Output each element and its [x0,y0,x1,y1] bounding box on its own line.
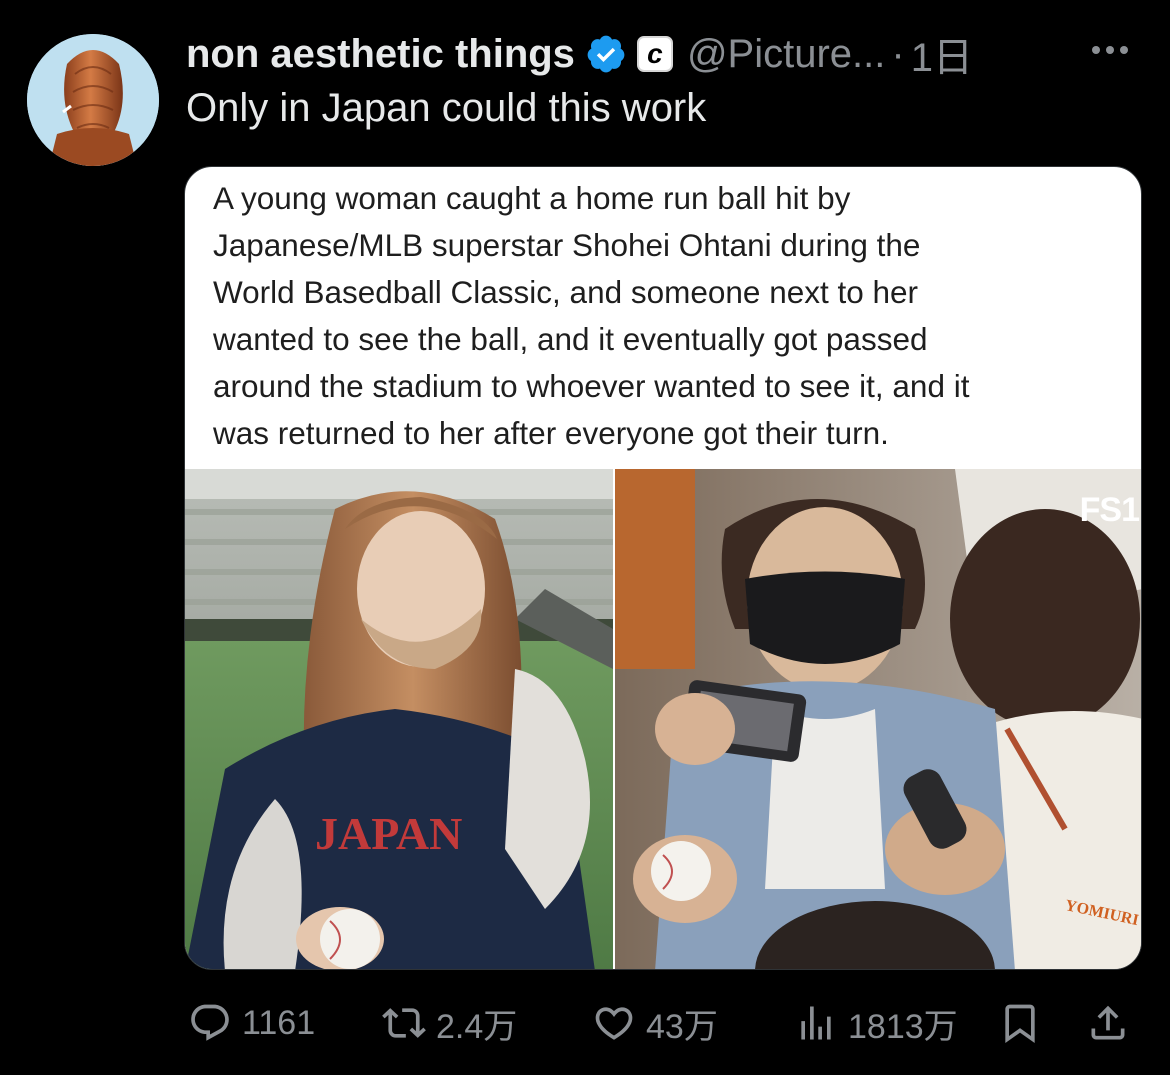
like-count: 43万 [646,1007,718,1046]
views-chart-icon [801,1006,831,1040]
photo-man-with-phone: YOMIURI FS1 [615,469,1141,969]
bookmark-icon [1005,1004,1035,1044]
tweet-text: Only in Japan could this work [186,86,707,130]
handle[interactable]: @Picture... [687,32,885,77]
tweet-header: non aesthetic things c @Picture... · 1日 [186,26,973,82]
repost-icon [382,1008,426,1038]
fs1-logo: FS1 [1079,491,1140,529]
affiliate-badge-icon[interactable]: c [636,36,673,72]
media-image[interactable]: A young woman caught a home run ball hit… [184,166,1142,970]
display-name[interactable]: non aesthetic things [186,32,575,77]
action-bar: 1161 2.4万 43万 1813万 [186,998,1142,1048]
bookmark-button[interactable] [998,998,1042,1048]
timestamp[interactable]: 1日 [911,25,973,83]
like-button[interactable]: 43万 [592,998,718,1048]
reply-button[interactable]: 1161 [188,998,315,1048]
separator-dot: · [891,31,905,76]
views-button[interactable]: 1813万 [794,998,958,1048]
avatar-image [27,34,159,166]
repost-count: 2.4万 [436,1007,518,1046]
verified-check-icon[interactable] [585,33,627,75]
more-options-icon[interactable] [1092,40,1142,60]
view-count: 1813万 [848,1007,958,1046]
reply-icon [191,1004,229,1041]
image-caption-text: A young woman caught a home run ball hit… [213,180,970,451]
jersey-text: JAPAN [315,808,462,859]
tweet: non aesthetic things c @Picture... · 1日 … [0,0,1170,1075]
photo-woman-with-ball: JAPAN [185,469,613,969]
repost-button[interactable]: 2.4万 [382,998,517,1048]
share-button[interactable] [1086,998,1130,1048]
heart-icon [595,1007,633,1040]
avatar[interactable] [27,34,159,166]
share-icon [1091,1005,1125,1040]
reply-count: 1161 [242,1003,316,1042]
